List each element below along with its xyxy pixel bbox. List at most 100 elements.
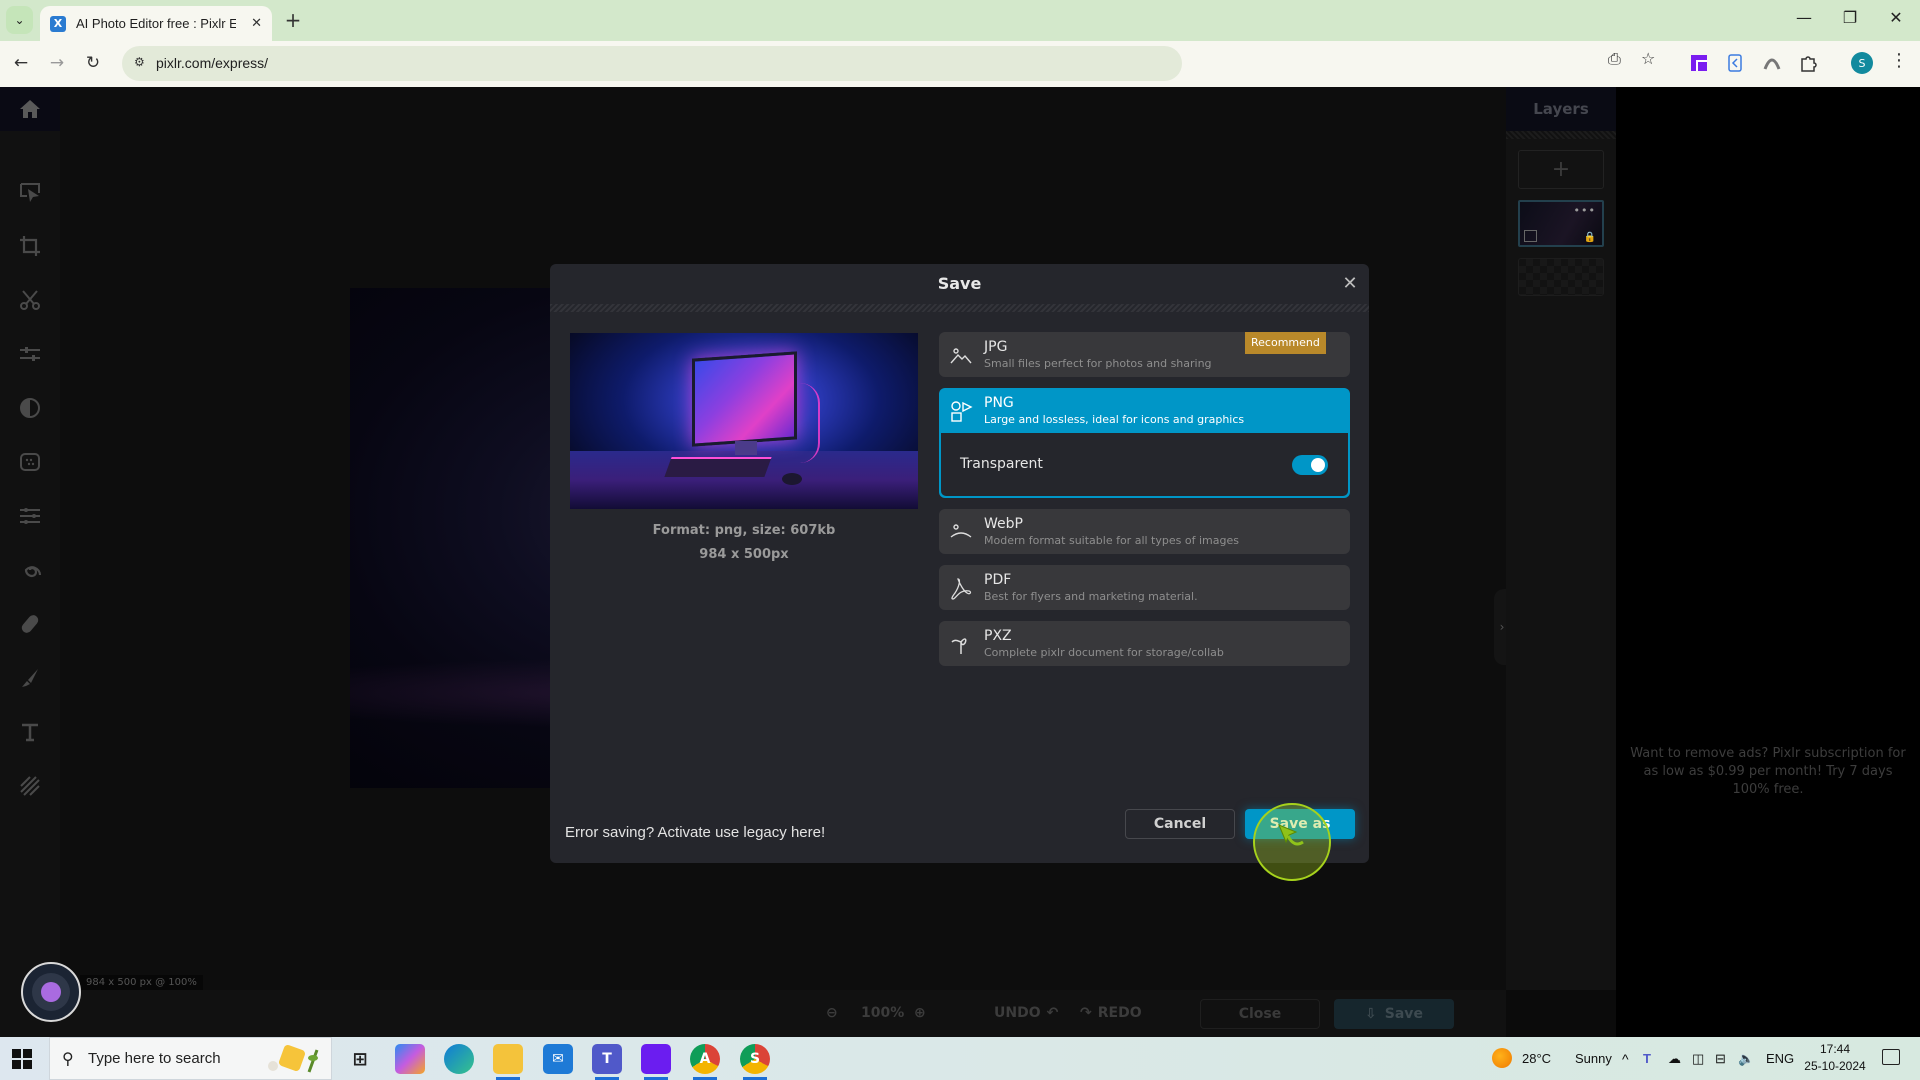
file-explorer-icon[interactable] bbox=[493, 1044, 523, 1074]
undo-button[interactable]: UNDO ↶ bbox=[994, 1005, 1058, 1021]
network-icon[interactable]: ⊟ bbox=[1715, 1037, 1726, 1080]
add-layer-button[interactable]: + bbox=[1518, 150, 1604, 189]
webp-icon bbox=[950, 524, 972, 538]
retouch-tool[interactable] bbox=[15, 609, 45, 639]
zoom-out-button[interactable]: ⊖ bbox=[826, 1005, 838, 1021]
copilot-icon[interactable] bbox=[395, 1044, 425, 1074]
camera-icon[interactable]: ◫ bbox=[1692, 1037, 1704, 1080]
chrome-profile-a-icon[interactable]: A bbox=[690, 1044, 720, 1074]
browser-tab-active[interactable]: X AI Photo Editor free : Pixlr Expre ✕ bbox=[40, 6, 272, 41]
edge-icon[interactable] bbox=[444, 1044, 474, 1074]
format-option-pxz[interactable]: PXZ Complete pixlr document for storage/… bbox=[939, 621, 1350, 666]
install-app-icon[interactable]: ⎙ bbox=[1608, 49, 1621, 69]
weather-temp[interactable]: 28°C bbox=[1522, 1037, 1551, 1080]
ad-text[interactable]: Want to remove ads? Pixlr subscription f… bbox=[1626, 745, 1910, 799]
redo-button[interactable]: ↷ REDO bbox=[1080, 1005, 1142, 1021]
use-legacy-link[interactable]: Error saving? Activate use legacy here! bbox=[565, 824, 825, 841]
taskbar-search[interactable]: ⚲ Type here to search bbox=[49, 1037, 332, 1080]
cancel-button[interactable]: Cancel bbox=[1125, 809, 1235, 839]
tab-search-button[interactable]: ⌄ bbox=[6, 6, 33, 34]
image-layer-icon bbox=[1524, 230, 1537, 242]
task-view-icon[interactable]: ⊞ bbox=[345, 1044, 375, 1074]
zoom-value: 100% bbox=[861, 1005, 905, 1021]
transparent-label: Transparent bbox=[960, 456, 1043, 472]
text-tool[interactable] bbox=[15, 717, 45, 747]
reload-icon[interactable]: ↻ bbox=[82, 53, 104, 73]
format-option-jpg[interactable]: JPG Small files perfect for photos and s… bbox=[939, 332, 1350, 377]
preview-format-info: Format: png, size: 607kb bbox=[652, 523, 836, 538]
profile-avatar[interactable]: S bbox=[1851, 52, 1873, 74]
address-bar[interactable]: ⚙ pixlr.com/express/ bbox=[122, 46, 1182, 81]
new-tab-button[interactable]: + bbox=[282, 8, 304, 32]
tab-title: AI Photo Editor free : Pixlr Expre bbox=[76, 16, 236, 31]
language-indicator[interactable]: ENG bbox=[1766, 1037, 1794, 1080]
ai-assistant-button[interactable] bbox=[21, 962, 81, 1022]
effect-tool[interactable] bbox=[15, 447, 45, 477]
pattern-tool[interactable] bbox=[15, 771, 45, 801]
volume-icon[interactable]: 🔈 bbox=[1738, 1037, 1754, 1080]
onedrive-icon[interactable]: ☁ bbox=[1668, 1037, 1681, 1080]
window-close-button[interactable]: ✕ bbox=[1884, 8, 1908, 27]
adjust-tool[interactable] bbox=[15, 339, 45, 369]
format-name: JPG bbox=[984, 339, 1008, 355]
more-options-icon[interactable]: ••• bbox=[1574, 204, 1596, 217]
crop-tool[interactable] bbox=[15, 231, 45, 261]
mail-icon[interactable]: ✉ bbox=[543, 1044, 573, 1074]
dialog-close-icon[interactable]: ✕ bbox=[1339, 272, 1361, 294]
preview-stand bbox=[735, 441, 757, 455]
extensions-puzzle-icon[interactable] bbox=[1798, 53, 1818, 73]
assistant-ring bbox=[32, 973, 70, 1011]
tab-close-icon[interactable]: ✕ bbox=[251, 16, 262, 31]
toggle-knob bbox=[1311, 458, 1325, 472]
liquify-tool[interactable] bbox=[15, 501, 45, 531]
extension-pixlr-icon[interactable] bbox=[1689, 53, 1709, 73]
browser-menu-icon[interactable]: ⋮ bbox=[1890, 50, 1908, 71]
format-name: PXZ bbox=[984, 628, 1012, 644]
format-option-webp[interactable]: WebP Modern format suitable for all type… bbox=[939, 509, 1350, 554]
chrome-profile-s-icon[interactable]: S bbox=[740, 1044, 770, 1074]
transparent-toggle[interactable] bbox=[1292, 455, 1328, 475]
lock-icon[interactable]: 🔒 bbox=[1584, 232, 1596, 243]
background-layer-item[interactable] bbox=[1518, 258, 1604, 296]
zoom-out-icon: ⊖ bbox=[826, 1005, 838, 1021]
minimize-button[interactable]: — bbox=[1792, 8, 1816, 27]
restore-button[interactable]: ❐ bbox=[1838, 8, 1862, 27]
extension-arc-icon[interactable] bbox=[1762, 53, 1782, 73]
format-option-pdf[interactable]: PDF Best for flyers and marketing materi… bbox=[939, 565, 1350, 610]
site-info-icon[interactable]: ⚙ bbox=[134, 55, 150, 71]
weather-desc[interactable]: Sunny bbox=[1575, 1037, 1612, 1080]
home-button[interactable] bbox=[0, 87, 60, 131]
forward-icon[interactable]: → bbox=[46, 53, 68, 73]
format-option-png[interactable]: PNG Large and lossless, ideal for icons … bbox=[939, 388, 1350, 498]
url-text[interactable]: pixlr.com/express/ bbox=[156, 55, 268, 71]
cutout-tool[interactable] bbox=[15, 285, 45, 315]
windows-logo-part bbox=[23, 1060, 32, 1069]
teams-icon[interactable]: T bbox=[592, 1044, 622, 1074]
teams-tray-icon[interactable]: T bbox=[1643, 1037, 1651, 1080]
windows-taskbar: ⚲ Type here to search ⊞ ✉ T A S 28°C Sun… bbox=[0, 1037, 1920, 1080]
save-button[interactable]: ⇩ Save bbox=[1334, 999, 1454, 1029]
arrange-tool[interactable] bbox=[15, 177, 45, 207]
weather-sun-icon[interactable] bbox=[1492, 1048, 1512, 1068]
extension-translate-icon[interactable] bbox=[1725, 53, 1745, 73]
layer-item[interactable]: ••• 🔒 bbox=[1518, 200, 1604, 247]
start-button[interactable] bbox=[12, 1049, 32, 1069]
recommend-badge: Recommend bbox=[1245, 332, 1326, 354]
zoom-in-button[interactable]: ⊕ bbox=[914, 1005, 926, 1021]
swirl-tool[interactable] bbox=[15, 555, 45, 585]
draw-tool[interactable] bbox=[15, 663, 45, 693]
notification-center-icon[interactable] bbox=[1882, 1049, 1900, 1065]
taskbar-clock[interactable]: 17:44 25-10-2024 bbox=[1800, 1041, 1870, 1075]
download-icon: ⇩ bbox=[1365, 1006, 1377, 1022]
pixlr-app-icon[interactable] bbox=[641, 1044, 671, 1074]
filter-tool[interactable] bbox=[15, 393, 45, 423]
bookmark-star-icon[interactable]: ☆ bbox=[1641, 49, 1655, 68]
close-button[interactable]: Close bbox=[1200, 999, 1320, 1029]
undo-label: UNDO bbox=[994, 1005, 1041, 1021]
format-name: WebP bbox=[984, 516, 1023, 532]
show-hidden-icons-button[interactable]: ^ bbox=[1622, 1037, 1629, 1080]
pattern-icon bbox=[20, 776, 40, 796]
back-icon[interactable]: ← bbox=[10, 53, 32, 73]
browser-toolbar: ← → ↻ ⚙ pixlr.com/express/ ⎙ ☆ bbox=[0, 41, 1920, 87]
search-placeholder[interactable]: Type here to search bbox=[88, 1050, 221, 1067]
